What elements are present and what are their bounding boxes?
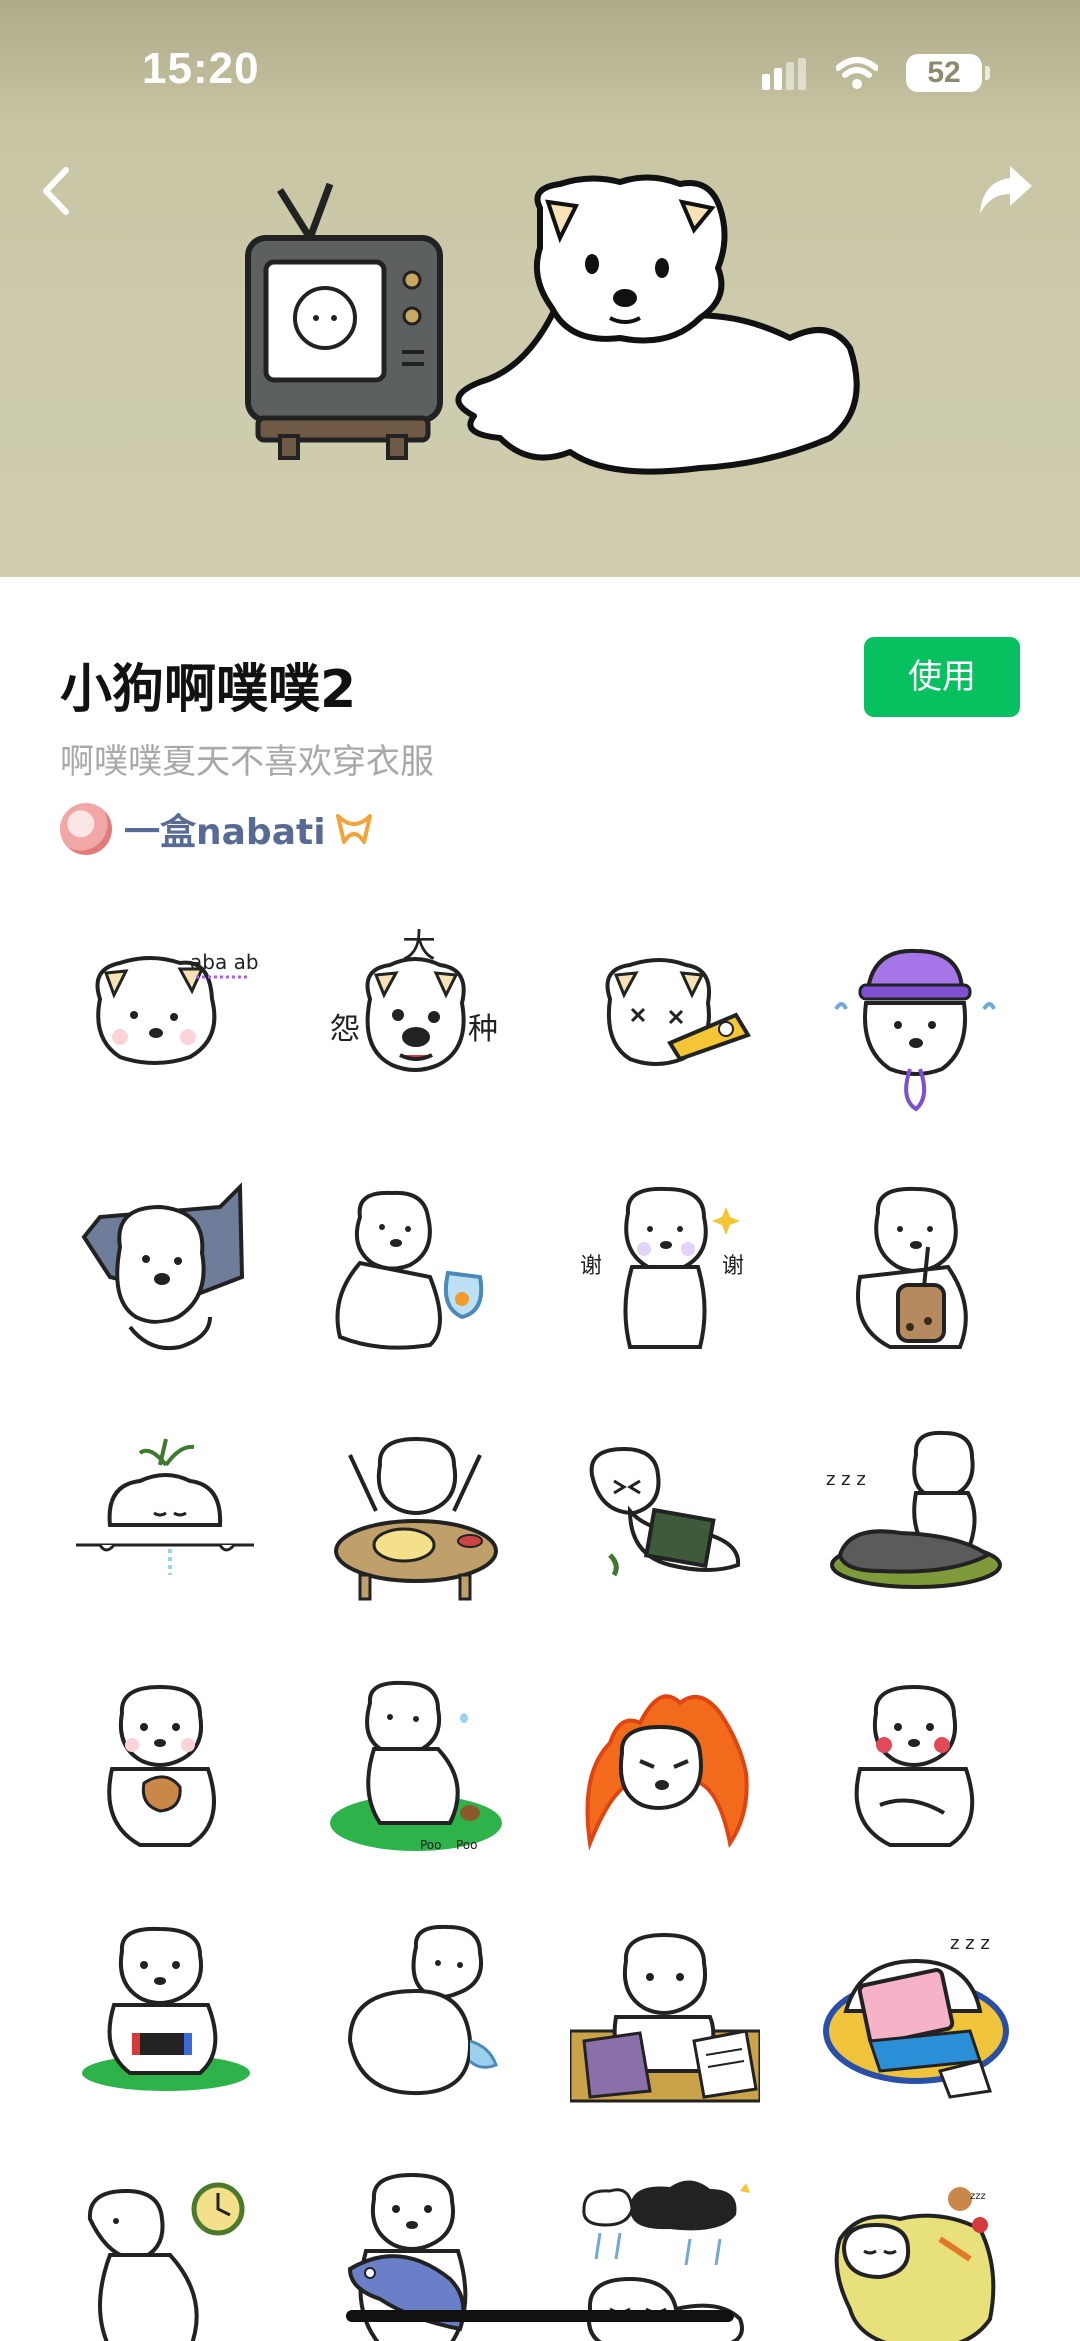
sticker-19[interactable] [540, 1892, 790, 2140]
sticker-8[interactable] [790, 1148, 1040, 1396]
sticker-13[interactable] [40, 1644, 290, 1892]
sticker-2[interactable]: 大 怨 种 [290, 900, 540, 1148]
sticker-20[interactable]: z z z [790, 1892, 1040, 2140]
sticker-24[interactable]: zzz [790, 2140, 1040, 2341]
status-icons: 52 [752, 50, 990, 96]
sticker-15[interactable] [540, 1644, 790, 1892]
sticker-1[interactable]: aba aba [40, 900, 290, 1148]
sticker-21[interactable] [40, 2140, 290, 2341]
sticker-24-label: zzz [970, 2191, 986, 2202]
use-button[interactable]: 使用 [864, 637, 1020, 717]
sticker-7-label-a: 谢 [580, 1254, 602, 1279]
home-indicator [346, 2310, 734, 2322]
battery-indicator: 52 [906, 54, 990, 92]
sticker-grid: aba aba 大 怨 种 [40, 900, 1040, 2341]
sticker-16[interactable] [790, 1644, 1040, 1892]
banner-illustration [245, 174, 860, 475]
avatar[interactable] [60, 803, 112, 855]
author-row[interactable]: 一盒nabati [60, 801, 374, 857]
sticker-6[interactable] [290, 1148, 540, 1396]
sticker-7[interactable]: 谢 谢 [540, 1148, 790, 1396]
sticker-2-label-b: 怨 [330, 1012, 360, 1047]
sticker-2-label-c: 种 [468, 1012, 498, 1047]
sticker-17[interactable] [40, 1892, 290, 2140]
pack-title: 小狗啊噗噗2 [60, 660, 357, 720]
ribbon-badge-icon [335, 814, 372, 844]
share-arrow-icon[interactable] [976, 160, 1036, 220]
sticker-11[interactable] [540, 1396, 790, 1644]
sticker-14[interactable]: Poo Poo [290, 1644, 540, 1892]
sticker-14-label-b: Poo [456, 1838, 478, 1852]
sticker-20-zzz: z z z [950, 1933, 990, 1954]
sticker-7-label-b: 谢 [722, 1254, 744, 1279]
sticker-5[interactable] [40, 1148, 290, 1396]
sticker-4[interactable] [790, 900, 1040, 1148]
chevron-left-icon[interactable] [32, 160, 80, 222]
sticker-12-zzz: z z z [826, 1469, 866, 1490]
status-time: 15:20 [142, 44, 260, 93]
pack-description: 啊噗噗夏天不喜欢穿衣服 [60, 742, 434, 782]
cellular-signal-icon [762, 58, 806, 90]
banner: 15:20 52 [0, 0, 1080, 577]
sticker-14-label-a: Poo [420, 1838, 442, 1852]
author-name[interactable]: 一盒nabati [124, 803, 326, 855]
sticker-9[interactable] [40, 1396, 290, 1644]
sticker-10[interactable] [290, 1396, 540, 1644]
sticker-3[interactable] [540, 900, 790, 1148]
sticker-12[interactable]: z z z [790, 1396, 1040, 1644]
sticker-2-label-a: 大 [402, 929, 436, 966]
sticker-1-label: aba aba [190, 950, 260, 974]
sticker-18[interactable] [290, 1892, 540, 2140]
wifi-icon [836, 57, 878, 89]
